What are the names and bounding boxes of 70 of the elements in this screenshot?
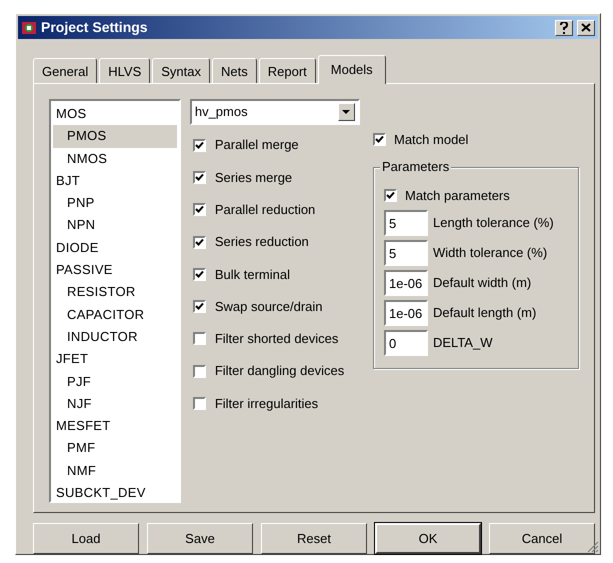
tree-item[interactable]: SUBCKT_DEV (53, 482, 177, 504)
checkbox-label: Match model (394, 131, 468, 149)
input-field[interactable]: 5 (384, 210, 428, 236)
tree-item[interactable]: INDUCTOR (53, 326, 177, 348)
tab[interactable]: Nets (212, 58, 257, 83)
help-button[interactable] (555, 20, 573, 36)
dropdown-arrow-icon (342, 110, 350, 114)
tree-item[interactable]: NMOS (53, 148, 177, 170)
tree-item[interactable]: PMOS (53, 125, 177, 148)
tree-item[interactable]: DIODE (53, 236, 177, 260)
tree-item[interactable]: MESFET (53, 415, 177, 438)
tree-item[interactable]: MOS (53, 103, 177, 126)
tree-item[interactable]: NMF (53, 460, 177, 482)
dialog-button[interactable]: Reset (261, 523, 367, 554)
tree-item[interactable]: BJT (53, 170, 177, 192)
tree-item[interactable]: JFET (53, 348, 177, 371)
input-field[interactable]: 0 (384, 330, 428, 356)
tab[interactable]: Models (318, 55, 386, 84)
app-icon (21, 20, 37, 36)
checkbox-label: Filter shorted devices (214, 330, 338, 348)
dialog-button[interactable]: Save (147, 523, 253, 554)
checkbox[interactable] (373, 133, 386, 146)
checkbox-label: Series merge (214, 168, 292, 187)
checkbox-label: Swap source/drain (214, 298, 323, 316)
question-icon (559, 22, 569, 34)
checkbox-label: Bulk terminal (214, 266, 290, 284)
checkbox[interactable] (192, 236, 206, 249)
tree-item[interactable]: RESISTOR (53, 281, 177, 304)
tree-item[interactable]: PJF (53, 370, 177, 393)
close-icon (581, 23, 591, 32)
tab[interactable]: HLVS (99, 58, 150, 83)
tree-item[interactable]: NPN (53, 214, 177, 237)
dialog-button[interactable]: OK (375, 523, 481, 554)
window-title: Project Settings (41, 18, 148, 37)
tab[interactable]: General (33, 58, 98, 83)
field-label: DELTA_W (433, 334, 492, 352)
checkbox-label: Match parameters (405, 186, 510, 205)
checkbox-label: Filter irregularities (214, 394, 318, 413)
input-field[interactable]: 1e-06 (384, 270, 428, 296)
dialog-button[interactable]: Load (33, 523, 139, 554)
field-label: Length tolerance (%) (433, 214, 554, 232)
tab[interactable]: Syntax (152, 58, 210, 83)
checkbox-label: Parallel reduction (214, 200, 316, 219)
checkbox[interactable] (192, 397, 206, 410)
input-field[interactable]: 5 (384, 240, 428, 266)
checkbox-label: Series reduction (214, 233, 309, 252)
checkbox[interactable] (192, 364, 206, 378)
checkbox[interactable] (192, 268, 206, 281)
checkbox[interactable] (384, 189, 397, 202)
checkbox[interactable] (192, 300, 206, 314)
resize-grip-icon (586, 540, 599, 553)
field-label: Default length (m) (433, 304, 536, 322)
tab[interactable]: Report (258, 58, 316, 83)
checkbox[interactable] (192, 170, 206, 184)
checkbox[interactable] (192, 332, 206, 346)
tree-item[interactable]: PNP (53, 192, 177, 214)
checkbox[interactable] (192, 138, 206, 152)
dialog-button[interactable]: Cancel (489, 523, 595, 554)
checkbox-label: Parallel merge (214, 136, 299, 154)
checkbox[interactable] (192, 203, 206, 216)
model-dropdown[interactable]: hv_pmos (190, 99, 360, 125)
tree-item[interactable]: PASSIVE (53, 259, 177, 282)
field-label: Default width (m) (433, 274, 532, 292)
close-button[interactable] (577, 20, 595, 36)
tree-item[interactable]: PMF (53, 437, 177, 460)
input-field[interactable]: 1e-06 (384, 300, 428, 326)
tree-item[interactable]: CAPACITOR (53, 304, 177, 326)
checkbox-label: Filter dangling devices (214, 362, 344, 380)
tree-item[interactable]: NJF (53, 392, 177, 416)
field-label: Width tolerance (%) (433, 244, 548, 262)
